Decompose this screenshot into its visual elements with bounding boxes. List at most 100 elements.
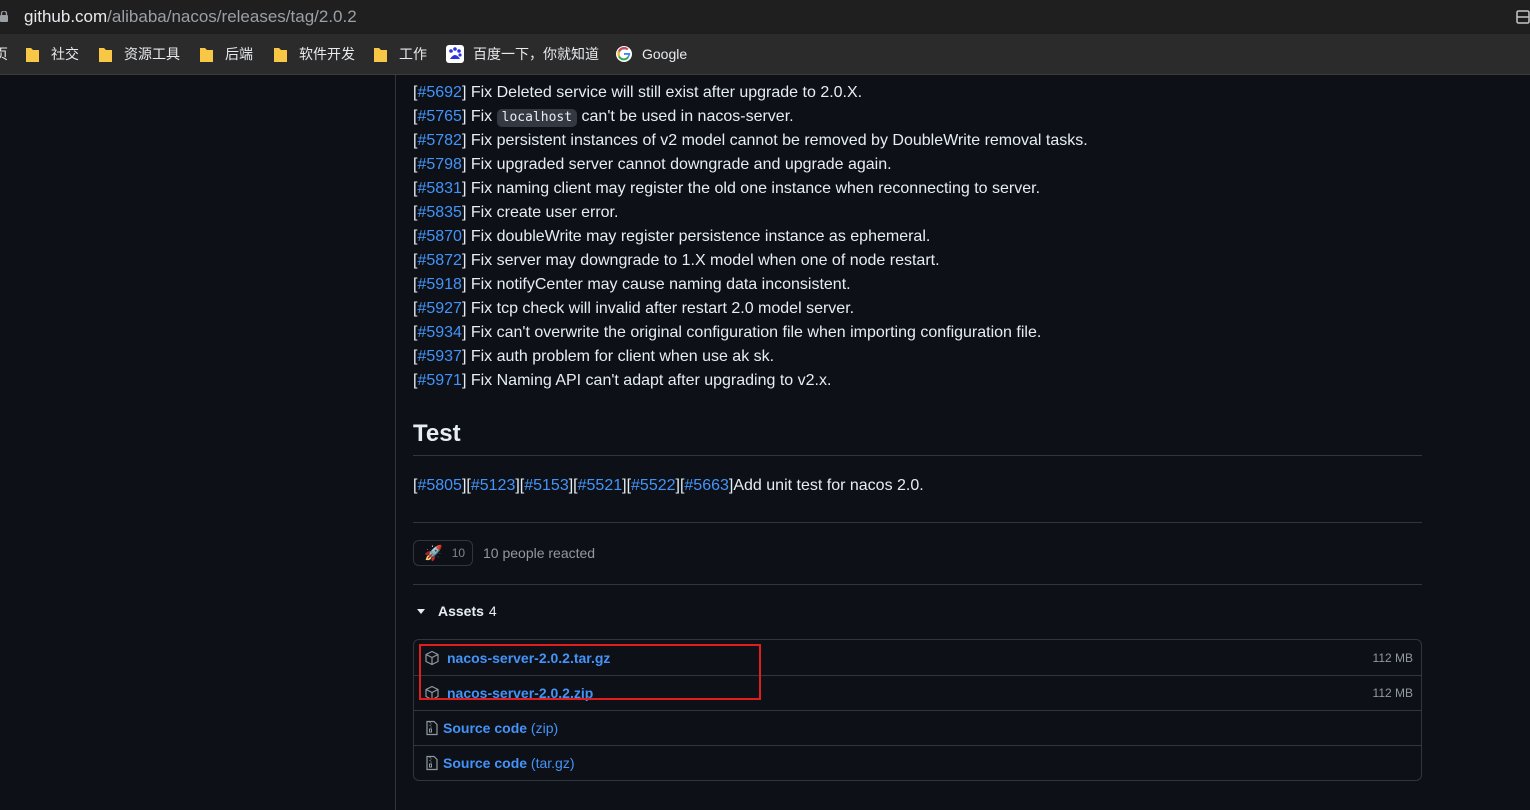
bookmark-label: 百度一下，你就知道 [473,46,599,62]
folder-icon [274,48,287,62]
lock-icon [0,11,8,22]
issue-link[interactable]: #5765 [417,108,462,125]
bookmark-resource-tools[interactable]: 资源工具 [99,34,180,74]
source-kind: (zip) [530,720,559,736]
bookmark-label: 软件开发 [299,46,355,62]
file-zip-icon [426,720,438,736]
asset-download-link[interactable]: nacos-server-2.0.2.tar.gz [447,650,610,666]
fix-item: [#5971] Fix Naming API can't adapt after… [413,372,832,389]
bookmark-partial[interactable]: 页 [0,34,8,74]
fix-text: Fix notifyCenter may cause naming data i… [470,276,851,293]
url-text[interactable]: github.com/alibaba/nacos/releases/tag/2.… [24,7,357,27]
test-line: [#5805][#5123][#5153][#5521][#5522][#566… [413,477,924,494]
extension-icon[interactable] [1516,9,1530,25]
file-zip-icon [426,755,438,771]
fix-item: [#5934] Fix can't overwrite the original… [413,324,1042,341]
fix-item: [#5937] Fix auth problem for client when… [413,348,775,365]
bookmark-label: 后端 [225,46,253,62]
bookmark-label: 社交 [51,46,79,62]
issue-link[interactable]: #5918 [417,276,462,293]
source-label: Source code [443,755,528,771]
caret-down-icon [417,608,425,614]
heading-rule [413,455,1422,456]
assets-count: 4 [488,603,497,619]
fix-text: Fix upgraded server cannot downgrade and… [470,156,892,173]
url-host: github.com [24,7,108,26]
source-kind: (tar.gz) [530,755,575,771]
rocket-reaction-button[interactable]: 🚀 10 [413,540,473,566]
reaction-summary: 10 people reacted [483,545,596,561]
fix-text: Fix server may downgrade to 1.X model wh… [470,252,940,269]
issue-link[interactable]: #5521 [578,477,623,494]
source-label: Source code [443,720,528,736]
test-heading: Test [413,420,461,447]
bookmark-social[interactable]: 社交 [26,34,79,74]
google-icon [616,46,632,62]
fix-item: [#5765] Fix localhost can't be used in n… [413,108,794,127]
bookmark-backend[interactable]: 后端 [200,34,253,74]
issue-link[interactable]: #5831 [417,180,462,197]
issue-link[interactable]: #5927 [417,300,462,317]
issue-link[interactable]: #5798 [417,156,462,173]
vertical-divider [395,75,396,810]
issue-link[interactable]: #5522 [631,477,676,494]
fix-text: Fix Naming API can't adapt after upgradi… [470,372,832,389]
address-bar[interactable]: github.com/alibaba/nacos/releases/tag/2.… [0,0,1530,34]
issue-link[interactable]: #5782 [417,132,462,149]
source-code-link[interactable]: Source code (zip) [443,720,558,736]
fix-text: Fix auth problem for client when use ak … [470,348,775,365]
asset-download-link[interactable]: nacos-server-2.0.2.zip [447,685,593,701]
issue-link[interactable]: #5805 [417,477,462,494]
folder-icon [26,48,39,62]
test-text: Add unit test for nacos 2.0. [733,477,924,494]
section-divider [413,522,1422,523]
fix-text: Fix persistent instances of v2 model can… [470,132,1088,149]
asset-row: nacos-server-2.0.2.zip 112 MB [414,675,1421,710]
folder-icon [99,48,112,62]
issue-link[interactable]: #5692 [417,84,462,101]
bookmarks-bar: 页 社交 资源工具 后端 软件开发 工作 百度一下，你就知道 Google [0,34,1530,75]
fix-item: [#5692] Fix Deleted service will still e… [413,84,863,101]
bookmark-software-dev[interactable]: 软件开发 [274,34,355,74]
fix-item: [#5835] Fix create user error. [413,204,619,221]
fix-text: Fix [470,108,493,125]
issue-link[interactable]: #5934 [417,324,462,341]
issue-link[interactable]: #5971 [417,372,462,389]
issue-link[interactable]: #5663 [684,477,729,494]
bookmark-work[interactable]: 工作 [374,34,427,74]
fix-item: [#5870] Fix doubleWrite may register per… [413,228,931,245]
bugfix-list: [#5692] Fix Deleted service will still e… [413,81,1422,393]
bookmark-label: 工作 [399,46,427,62]
fix-text: Fix Deleted service will still exist aft… [470,84,863,101]
section-divider [413,584,1422,585]
rocket-icon: 🚀 [424,545,443,562]
source-code-link[interactable]: Source code (tar.gz) [443,755,575,771]
issue-link[interactable]: #5937 [417,348,462,365]
issue-link[interactable]: #5123 [471,477,516,494]
bookmark-label: 页 [0,46,8,62]
bookmark-baidu[interactable]: 百度一下，你就知道 [446,34,599,74]
asset-row: nacos-server-2.0.2.tar.gz 112 MB [414,640,1421,675]
assets-label: Assets [438,603,484,619]
asset-size: 112 MB [1372,686,1413,700]
assets-toggle[interactable]: Assets 4 [413,603,497,619]
issue-link[interactable]: #5835 [417,204,462,221]
fix-item: [#5798] Fix upgraded server cannot downg… [413,156,892,173]
issue-link[interactable]: #5153 [524,477,569,494]
package-icon [425,685,439,701]
url-path: /alibaba/nacos/releases/tag/2.0.2 [107,7,357,26]
issue-link[interactable]: #5872 [417,252,462,269]
bookmark-label: Google [642,46,688,62]
folder-icon [374,48,387,62]
fix-item: [#5782] Fix persistent instances of v2 m… [413,132,1088,149]
asset-row: Source code (tar.gz) [414,745,1421,780]
fix-item: [#5918] Fix notifyCenter may cause namin… [413,276,851,293]
issue-link[interactable]: #5870 [417,228,462,245]
bookmark-google[interactable]: Google [615,34,687,74]
bookmark-label: 资源工具 [124,46,180,62]
fix-item: [#5872] Fix server may downgrade to 1.X … [413,252,940,269]
left-sidebar [0,75,395,810]
fix-item: [#5927] Fix tcp check will invalid after… [413,300,855,317]
assets-list: nacos-server-2.0.2.tar.gz 112 MB nacos-s… [413,639,1422,781]
baidu-icon [446,45,464,63]
